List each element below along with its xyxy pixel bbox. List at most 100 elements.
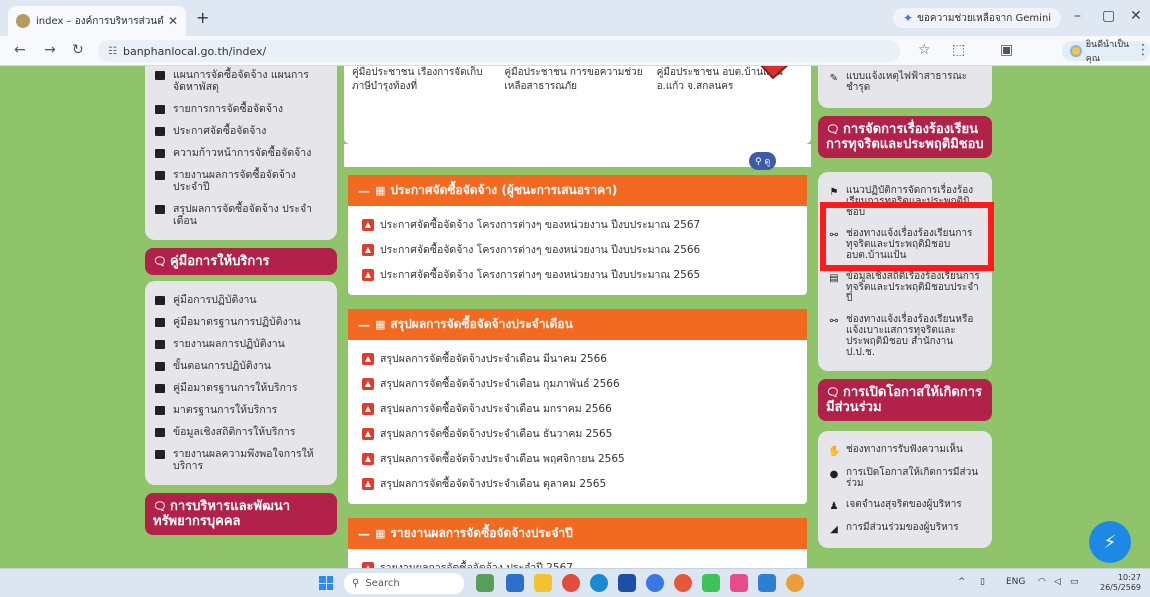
section-header: — ▦ รายงานผลการจัดซื้อจัดจ้างประจำปี <box>348 518 807 549</box>
extensions-icon[interactable]: ⬚ <box>952 42 965 58</box>
list-item[interactable]: ขั้นตอนการปฏิบัติงาน <box>151 355 331 377</box>
view-all-chip[interactable]: ⚲ ดู <box>749 152 777 170</box>
list-item[interactable]: ✎ แบบแจ้งเหตุไฟฟ้าสาธารณะชำรุด <box>824 66 986 98</box>
list-item[interactable]: คู่มือการปฏิบัติงาน <box>151 289 331 311</box>
split-view-icon[interactable]: ▣ <box>1000 42 1013 58</box>
list-item[interactable]: แผนการจัดซื้อจัดจ้าง แผนการจัดหาพัสดุ <box>151 66 331 98</box>
taskbar-app-icon[interactable] <box>758 574 776 592</box>
date-text: 26/5/2569 <box>1100 583 1142 592</box>
avatar <box>1070 45 1082 57</box>
pdf-link[interactable]: ▲ รายงานผลการจัดซื้อจัดจ้าง ประจำปี 2567 <box>348 555 807 568</box>
pdf-link[interactable]: ▲ ประกาศจัดซื้อจัดจ้าง โครงการต่างๆ ของหน… <box>348 212 807 237</box>
language-indicator[interactable]: ENG <box>1006 577 1025 587</box>
manual-card[interactable]: คู่มือประชาชน เรื่องการจัดเก็บภาษีบำรุงท… <box>352 66 498 134</box>
taskbar-app-icon[interactable] <box>506 574 524 592</box>
pdf-link[interactable]: ▲ สรุปผลการจัดซื้อจัดจ้างประจำเดือน มกราค… <box>348 396 807 421</box>
list-item[interactable]: ความก้าวหน้าการจัดซื้อจัดจ้าง <box>151 142 331 164</box>
list-item[interactable]: ◢ การมีส่วนร่วมของผู้บริหาร <box>824 517 986 540</box>
site-info-icon[interactable]: ☷ <box>108 46 117 57</box>
pdf-link[interactable]: ▲ ประกาศจัดซื้อจัดจ้าง โครงการต่างๆ ของหน… <box>348 237 807 262</box>
reload-icon[interactable]: ↻ <box>72 42 84 58</box>
annotation-arrow <box>760 66 789 80</box>
wifi-icon[interactable]: ◠ <box>1038 577 1046 587</box>
list-item[interactable]: รายงานผลการจัดซื้อจัดจ้าง ประจำปี <box>151 164 331 198</box>
line-icon[interactable] <box>702 574 720 592</box>
clock[interactable]: 10:27 26/5/2569 <box>1100 573 1141 593</box>
pdf-icon: ▲ <box>362 218 374 231</box>
taskbar-app-icon[interactable] <box>476 574 494 592</box>
tray-chevron-icon[interactable]: ^ <box>958 577 966 587</box>
tray-app-icon[interactable]: ▯ <box>980 577 985 587</box>
volume-icon[interactable]: ◁ <box>1054 577 1061 587</box>
calendar-icon: ▦ <box>375 184 386 197</box>
maximize-button[interactable]: ▢ <box>1102 8 1115 24</box>
pdf-link[interactable]: ▲ สรุปผลการจัดซื้อจัดจ้างประจำเดือน ตุลาค… <box>348 471 807 496</box>
list-item[interactable]: ✋ ช่องทางการรับฟังความเห็น <box>824 439 986 462</box>
list-item[interactable]: ข้อมูลเชิงสถิติการให้บริการ <box>151 421 331 443</box>
list-item[interactable]: คู่มือมาตรฐานการให้บริการ <box>151 377 331 399</box>
url-field[interactable]: ☷ banphanlocal.go.th/index/ <box>98 40 900 62</box>
back-icon[interactable]: ← <box>14 42 26 58</box>
book-icon <box>155 340 165 349</box>
minimize-button[interactable]: – <box>1074 8 1081 24</box>
right-column: ✎ แบบแจ้งเหตุไฟฟ้าสาธารณะชำรุด 🗨 การจัดการ… <box>818 66 992 556</box>
taskbar-app-icon[interactable] <box>730 574 748 592</box>
pdf-link[interactable]: ▲ ประกาศจัดซื้อจัดจ้าง โครงการต่างๆ ของหน… <box>348 262 807 287</box>
list-item[interactable]: สรุปผลการจัดซื้อจัดจ้าง ประจำเดือน <box>151 198 331 232</box>
close-tab-icon[interactable]: ✕ <box>168 14 178 28</box>
windows-start-icon[interactable] <box>319 576 333 590</box>
left-column: แผนการจัดซื้อจัดจ้าง แผนการจัดหาพัสดุ รา… <box>145 66 337 541</box>
taskbar-app-icon[interactable] <box>618 574 636 592</box>
list-item[interactable]: คู่มือมาตรฐานการปฏิบัติงาน <box>151 311 331 333</box>
gemini-button[interactable]: ✦ ขอความช่วยเหลือจาก Gemini <box>893 8 1062 28</box>
calendar-icon: ▦ <box>375 318 386 331</box>
calendar-icon: ▦ <box>375 527 386 540</box>
taskbar-app-icon[interactable] <box>674 574 692 592</box>
messenger-chat-icon[interactable]: ⚡ <box>1089 521 1131 563</box>
pdf-link[interactable]: ▲ สรุปผลการจัดซื้อจัดจ้างประจำเดือน กุมภา… <box>348 371 807 396</box>
forward-icon[interactable]: → <box>44 42 56 58</box>
taskbar-search[interactable]: ⚲ Search <box>344 573 464 594</box>
pdf-link[interactable]: ▲ สรุปผลการจัดซื้อจัดจ้างประจำเดือน มีนาค… <box>348 346 807 371</box>
book-icon <box>155 428 165 437</box>
list-item[interactable]: ● การเปิดโอกาสให้เกิดการมีส่วนร่วม <box>824 462 986 494</box>
pdf-icon: ▲ <box>362 452 374 465</box>
taskbar-app-icon[interactable] <box>786 574 804 592</box>
edge-icon[interactable] <box>590 574 608 592</box>
chat-icon: 🗨 <box>153 255 167 268</box>
list-item[interactable]: รายการการจัดซื้อจัดจ้าง <box>151 98 331 120</box>
taskbar-app-icon[interactable] <box>562 574 580 592</box>
handshake-icon: ✋ <box>828 446 841 457</box>
pdf-icon: ▲ <box>362 402 374 415</box>
list-item[interactable]: ▤ ข้อมูลเชิงสถิติเรื่องร้องเรียนการทุจริต… <box>824 266 986 309</box>
list-item[interactable]: ♟ เจตจำนงสุจริตของผู้บริหาร <box>824 494 986 517</box>
browser-tab[interactable]: index – องค์การบริหารส่วนตำบลบ้าน ✕ <box>8 6 186 36</box>
pdf-icon: ▲ <box>362 243 374 256</box>
list-item[interactable]: ⚯ ช่องทางแจ้งเรื่องร้องเรียนหรือแจ้งเบาะแ… <box>824 309 986 363</box>
menu-kebab-icon[interactable]: ⋮ <box>1136 42 1150 58</box>
bookmark-star-icon[interactable]: ☆ <box>918 42 931 58</box>
wrench-icon: ✎ <box>829 73 839 84</box>
list-item[interactable]: ประกาศจัดซื้อจัดจ้าง <box>151 120 331 142</box>
folder-icon <box>155 149 165 158</box>
battery-icon[interactable]: ▭ <box>1070 577 1079 587</box>
close-window-button[interactable]: ✕ <box>1130 8 1142 24</box>
pdf-icon: ▲ <box>362 427 374 440</box>
search-icon: ⚲ <box>352 578 360 589</box>
pdf-link[interactable]: ▲ สรุปผลการจัดซื้อจัดจ้างประจำเดือน พฤศจิ… <box>348 446 807 471</box>
list-item[interactable]: รายงานผลความพึงพอใจการให้บริการ <box>151 443 331 477</box>
folder-icon <box>155 71 165 80</box>
pdf-icon: ▲ <box>362 477 374 490</box>
site-favicon-icon <box>16 14 30 28</box>
list-item[interactable]: รายงานผลการปฏิบัติงาน <box>151 333 331 355</box>
manual-card[interactable]: คู่มือประชาชน การขอความช่วยเหลือสาธารณภั… <box>504 66 650 134</box>
time-text: 10:27 <box>1117 573 1142 582</box>
folder-icon[interactable] <box>534 574 552 592</box>
chrome-icon[interactable] <box>646 574 664 592</box>
participation-menu: ✋ ช่องทางการรับฟังความเห็น ● การเปิดโอกาสใ… <box>818 431 992 548</box>
list-item[interactable]: มาตรฐานการให้บริการ <box>151 399 331 421</box>
pdf-link[interactable]: ▲ สรุปผลการจัดซื้อจัดจ้างประจำเดือน ธันวา… <box>348 421 807 446</box>
new-tab-button[interactable]: + <box>196 8 209 27</box>
address-bar-row: ← → ↻ ☷ banphanlocal.go.th/index/ ☆ ⬚ ▣ … <box>0 36 1150 66</box>
spacer <box>344 144 811 167</box>
